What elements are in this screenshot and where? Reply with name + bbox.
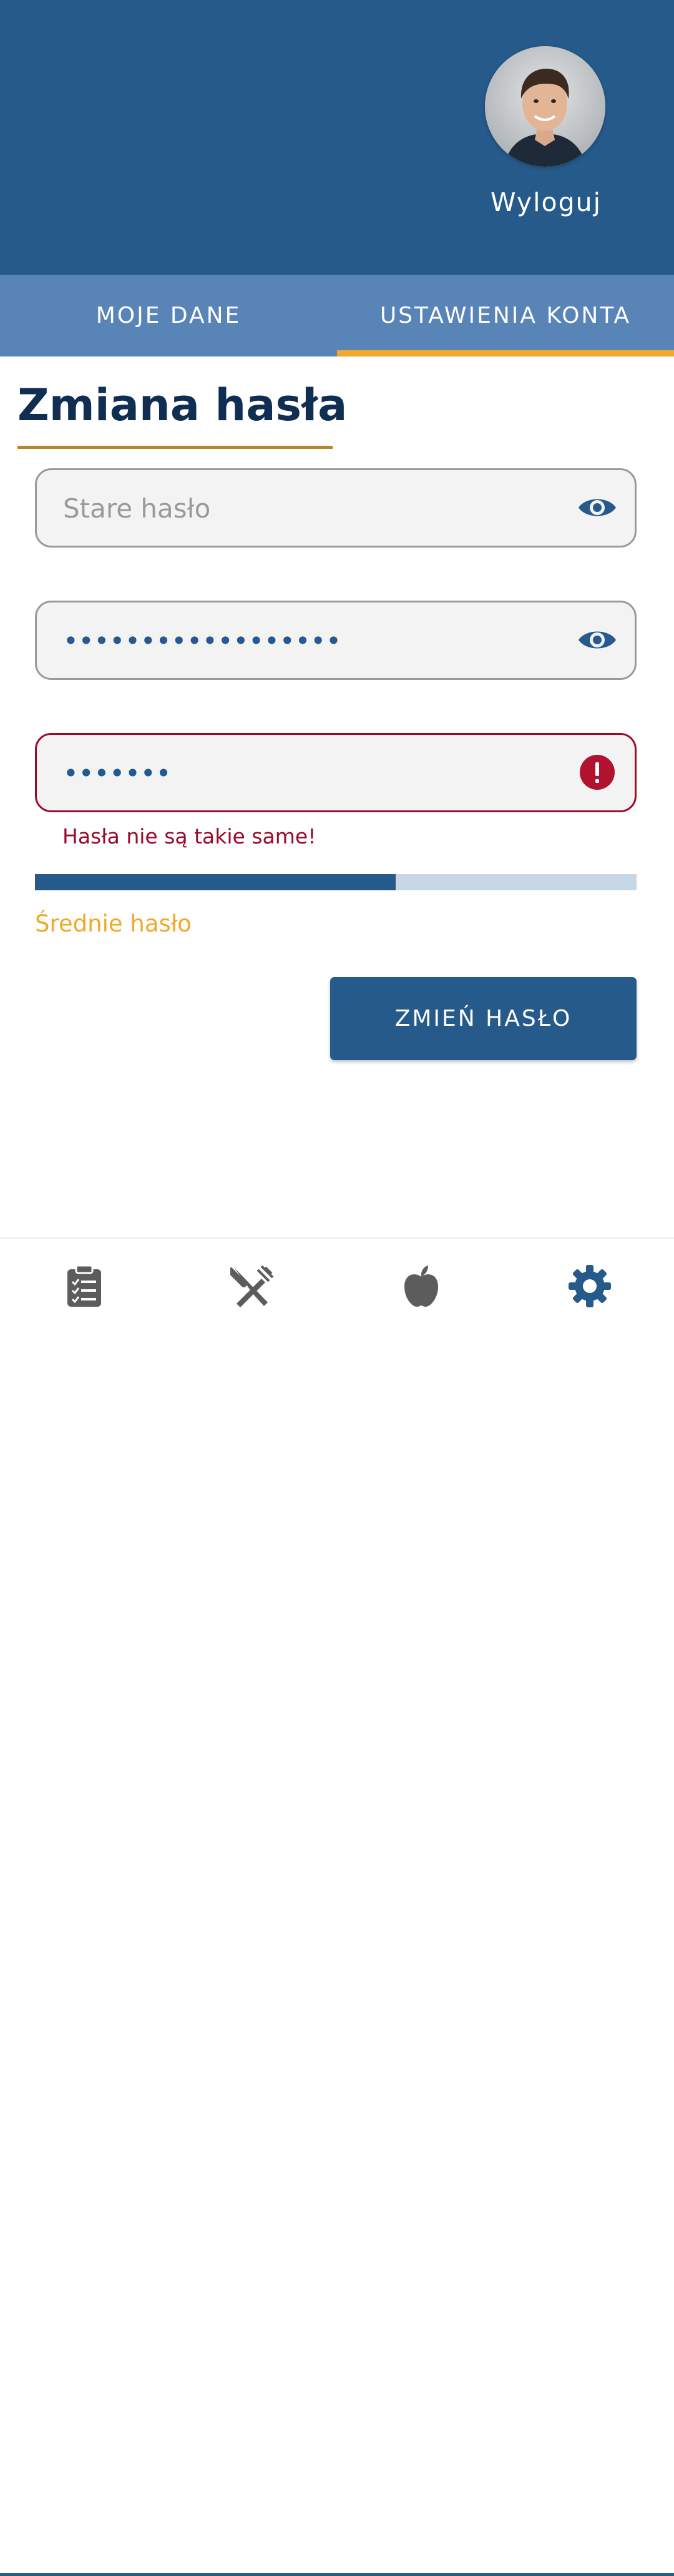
- avatar-image: [485, 46, 605, 167]
- tab-ustawienia-konta[interactable]: USTAWIENIA KONTA: [337, 275, 674, 356]
- nav-item-meals[interactable]: [227, 1262, 278, 1312]
- bottom-navigation: [0, 1237, 674, 2576]
- apple-icon: [403, 1264, 439, 1310]
- eye-icon[interactable]: [577, 488, 617, 528]
- page-title: Zmiana hasła: [17, 380, 348, 431]
- clipboard-checklist-icon: [66, 1264, 102, 1310]
- old-password-input[interactable]: [62, 470, 560, 547]
- gear-icon: [568, 1264, 612, 1310]
- confirm-password-input[interactable]: [62, 735, 560, 812]
- logout-link[interactable]: Wyloguj: [462, 187, 630, 217]
- title-underline: [17, 446, 333, 449]
- tab-moje-dane[interactable]: MOJE DANE: [0, 275, 337, 356]
- eye-icon[interactable]: [577, 620, 617, 660]
- avatar[interactable]: [485, 46, 605, 167]
- change-password-button[interactable]: ZMIEŃ HASŁO: [330, 977, 637, 1060]
- nav-item-products[interactable]: [396, 1262, 446, 1312]
- old-password-field: [35, 468, 637, 548]
- password-strength-fill: [35, 874, 396, 890]
- confirm-password-field: [35, 733, 637, 812]
- bottom-accent-line: [0, 2573, 674, 2576]
- password-mismatch-error: Hasła nie są takie same!: [62, 824, 316, 848]
- nav-item-plan[interactable]: [59, 1262, 109, 1312]
- profile-header: Wyloguj: [0, 0, 674, 275]
- password-strength-label: Średnie hasło: [35, 910, 192, 937]
- fork-knife-icon: [227, 1264, 275, 1311]
- new-password-input[interactable]: [62, 602, 560, 679]
- new-password-field: [35, 601, 637, 680]
- nav-item-settings[interactable]: [565, 1262, 615, 1312]
- error-icon: [577, 752, 617, 792]
- active-tab-indicator: [337, 350, 674, 356]
- tab-bar: MOJE DANE USTAWIENIA KONTA: [0, 275, 674, 356]
- password-strength-bar: [35, 874, 637, 890]
